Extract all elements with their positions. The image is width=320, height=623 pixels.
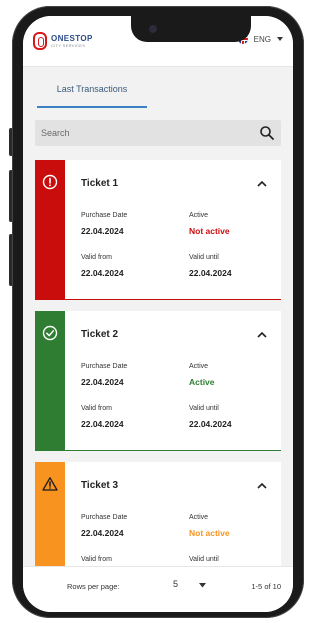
active-status-value: Not active [189,226,230,236]
app-screen: ONESTOP CITY SERVICES ENG Last Transacti… [23,16,293,612]
check-circle-icon [42,325,58,341]
brand-logo-icon [33,32,47,50]
valid-from-label: Valid from [81,405,112,412]
chevron-up-icon[interactable] [257,180,267,187]
rows-per-page-label: Rows per page: [67,582,120,591]
ticket-card[interactable]: Ticket 2 Purchase Date 22.04.2024 Active… [35,311,281,451]
brand-logo[interactable]: ONESTOP CITY SERVICES [33,32,93,50]
valid-from-label: Valid from [81,254,112,261]
phone-notch [131,16,251,42]
phone-frame: ONESTOP CITY SERVICES ENG Last Transacti… [0,0,313,623]
purchase-date-label: Purchase Date [81,514,128,521]
active-label: Active [189,514,209,521]
pagination-range: 1-5 of 10 [251,582,281,591]
chevron-down-icon [277,37,283,41]
card-divider [65,299,281,300]
status-strip [35,160,65,300]
rows-per-page-select[interactable]: 5 [173,579,178,589]
search-input[interactable] [41,124,241,142]
ticket-title: Ticket 1 [81,178,119,189]
search-icon[interactable] [259,125,275,141]
chevron-up-icon[interactable] [257,331,267,338]
camera-icon [149,25,157,33]
warning-circle-icon [42,174,58,190]
ticket-title: Ticket 3 [81,480,119,491]
alert-triangle-icon [42,477,58,491]
brand-subtitle: CITY SERVICES [51,42,86,48]
valid-until-label: Valid until [189,556,219,563]
language-label: ENG [253,34,271,44]
valid-until-label: Valid until [189,405,219,412]
valid-until-value: 22.04.2024 [189,268,232,278]
tab-active-indicator [37,106,147,108]
valid-from-label: Valid from [81,556,112,563]
tab-last-transactions[interactable]: Last Transactions [37,84,147,108]
active-status-value: Active [189,377,215,387]
ticket-card[interactable]: Ticket 1 Purchase Date 22.04.2024 Active… [35,160,281,300]
ticket-title: Ticket 2 [81,329,119,340]
purchase-date-value: 22.04.2024 [81,528,124,538]
status-strip [35,311,65,451]
active-label: Active [189,212,209,219]
chevron-down-icon[interactable] [199,583,206,588]
valid-until-value: 22.04.2024 [189,419,232,429]
valid-from-value: 22.04.2024 [81,268,124,278]
active-status-value: Not active [189,528,230,538]
brand-name: ONESTOP [51,33,93,43]
tab-label: Last Transactions [56,84,128,94]
pagination-footer: Rows per page: 5 1-5 of 10 [23,566,293,612]
active-label: Active [189,363,209,370]
valid-until-label: Valid until [189,254,219,261]
search-bar [35,120,281,146]
purchase-date-label: Purchase Date [81,363,128,370]
purchase-date-value: 22.04.2024 [81,377,124,387]
purchase-date-value: 22.04.2024 [81,226,124,236]
chevron-up-icon[interactable] [257,482,267,489]
card-divider [65,450,281,451]
valid-from-value: 22.04.2024 [81,419,124,429]
purchase-date-label: Purchase Date [81,212,128,219]
